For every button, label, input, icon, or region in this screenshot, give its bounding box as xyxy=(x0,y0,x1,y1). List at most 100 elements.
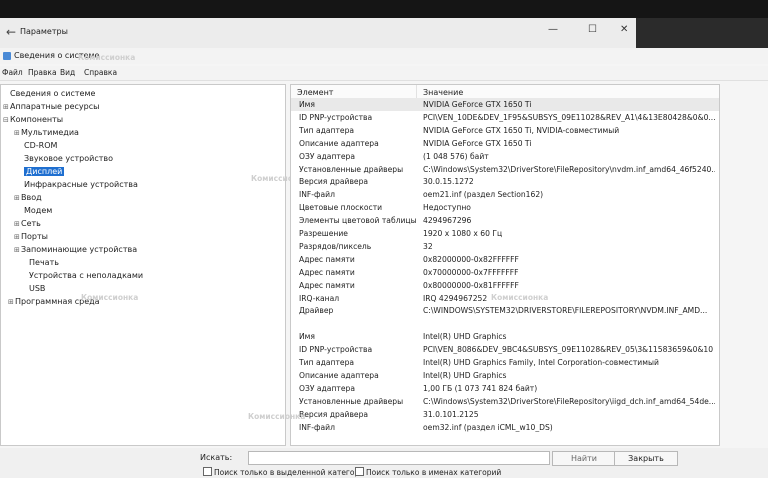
tree-expander-icon[interactable]: ⊞ xyxy=(14,232,21,243)
maximize-icon[interactable]: ☐ xyxy=(588,24,597,35)
tree-item-network[interactable]: ⊞Сеть xyxy=(14,218,41,230)
tree-item-label: Модем xyxy=(24,206,53,215)
tree-expander-icon[interactable]: ⊞ xyxy=(14,193,21,204)
tree-item-system-summary[interactable]: Сведения о системе xyxy=(3,88,95,99)
tree-item-components[interactable]: ⊟Компоненты xyxy=(3,114,63,126)
category-tree[interactable]: Сведения о системе ⊞Аппаратные ресурсы ⊟… xyxy=(0,84,308,446)
search-selected-category-checkbox[interactable]: Поиск только в выделенной категор xyxy=(203,467,359,477)
table-row[interactable]: INF-файл oem32.inf (раздел iCML_w10_DS) xyxy=(291,421,719,434)
menu-view[interactable]: Вид xyxy=(60,68,75,77)
tree-expander-icon[interactable]: ⊞ xyxy=(3,102,10,113)
tree-item-infrared[interactable]: Инфракрасные устройства xyxy=(17,179,138,190)
settings-window-titlebar: ← Параметры — ☐ ✕ xyxy=(0,18,636,49)
row-value: oem32.inf (раздел iCML_w10_DS) xyxy=(423,422,553,432)
table-row[interactable]: Тип адаптера Intel(R) UHD Graphics Family… xyxy=(291,356,719,369)
watermark: Комиссионка xyxy=(248,412,306,421)
table-row[interactable]: ID PNP-устройства PCI\VEN_8086&DEV_9BC4&S… xyxy=(291,343,719,356)
search-category-names-checkbox[interactable]: Поиск только в именах категорий xyxy=(355,467,501,477)
row-element: Адрес памяти xyxy=(299,254,355,264)
table-row[interactable]: Версия драйвера 30.0.15.1272 xyxy=(291,175,719,188)
table-row[interactable]: ID PNP-устройства PCI\VEN_10DE&DEV_1F95&S… xyxy=(291,111,719,124)
row-value: C:\Windows\System32\DriverStore\FileRepo… xyxy=(423,396,715,406)
row-element: Описание адаптера xyxy=(299,370,379,380)
row-value: PCI\VEN_8086&DEV_9BC4&SUBSYS_09E11028&RE… xyxy=(423,345,714,355)
column-divider[interactable] xyxy=(416,85,417,98)
tree-item-storage[interactable]: ⊞Запоминающие устройства xyxy=(14,244,137,256)
tree-expander-icon[interactable]: ⊞ xyxy=(8,297,15,308)
row-value: 32 xyxy=(423,241,433,251)
close-icon[interactable]: ✕ xyxy=(620,24,628,35)
tree-expander-icon[interactable]: ⊞ xyxy=(14,219,21,230)
table-row[interactable]: Драйвер C:\WINDOWS\SYSTEM32\DRIVERSTORE\F… xyxy=(291,304,719,317)
tree-item-label: Аппаратные ресурсы xyxy=(10,102,100,111)
close-button[interactable]: Закрыть xyxy=(614,451,678,466)
table-row[interactable]: Адрес памяти 0x82000000-0x82FFFFFF xyxy=(291,253,719,266)
table-row[interactable]: Установленные драйверы C:\Windows\System3… xyxy=(291,395,719,408)
tree-item-display[interactable]: Дисплей xyxy=(17,166,65,177)
tree-item-hardware-resources[interactable]: ⊞Аппаратные ресурсы xyxy=(3,101,99,113)
row-value: 31.0.101.2125 xyxy=(423,409,479,419)
tree-item-cdrom[interactable]: CD-ROM xyxy=(17,140,57,151)
tree-item-sound-device[interactable]: Звуковое устройство xyxy=(17,153,113,164)
row-element: ID PNP-устройства xyxy=(299,345,373,355)
menu-file[interactable]: Файл xyxy=(2,68,23,77)
table-row[interactable]: Цветовые плоскости Недоступно xyxy=(291,201,719,214)
table-row[interactable]: Тип адаптера NVIDIA GeForce GTX 1650 Ti, … xyxy=(291,124,719,137)
table-row[interactable]: ОЗУ адаптера (1 048 576) байт xyxy=(291,150,719,163)
row-value: C:\Windows\System32\DriverStore\FileRepo… xyxy=(423,164,715,174)
tree-item-usb[interactable]: USB xyxy=(22,283,45,294)
tree-item-printing[interactable]: Печать xyxy=(22,257,59,268)
row-element: Описание адаптера xyxy=(299,138,379,148)
table-row[interactable]: Элементы цветовой таблицы 4294967296 xyxy=(291,214,719,227)
checkbox-box[interactable] xyxy=(355,467,364,476)
row-value: PCI\VEN_10DE&DEV_1F95&SUBSYS_09E11028&RE… xyxy=(423,112,715,122)
tree-item-label-selected: Дисплей xyxy=(24,167,65,176)
row-element: ID PNP-устройства xyxy=(299,112,373,122)
minimize-icon[interactable]: — xyxy=(548,24,558,35)
table-row[interactable]: Разрядов/пиксель 32 xyxy=(291,240,719,253)
checkbox-box[interactable] xyxy=(203,467,212,476)
row-element: INF-файл xyxy=(299,422,335,432)
row-element: Элементы цветовой таблицы xyxy=(299,216,417,226)
tree-item-modem[interactable]: Модем xyxy=(17,205,52,216)
tree-item-ports[interactable]: ⊞Порты xyxy=(14,231,48,243)
row-element: Адрес памяти xyxy=(299,280,355,290)
tree-item-input[interactable]: ⊞Ввод xyxy=(14,192,42,204)
tree-item-problem-devices[interactable]: Устройства с неполадками xyxy=(22,270,143,281)
column-header-element[interactable]: Элемент xyxy=(297,88,333,97)
menu-help[interactable]: Справка xyxy=(84,68,117,77)
table-row[interactable]: Адрес памяти 0x70000000-0x7FFFFFFF xyxy=(291,266,719,279)
table-header: Элемент Значение xyxy=(291,85,719,99)
tree-item-multimedia[interactable]: ⊞Мультимедиа xyxy=(14,127,79,139)
tree-expander-icon[interactable]: ⊞ xyxy=(14,245,21,256)
row-value: NVIDIA GeForce GTX 1650 Ti, NVIDIA-совме… xyxy=(423,125,620,135)
row-element: Установленные драйверы xyxy=(299,164,404,174)
settings-window-title: Параметры xyxy=(20,27,68,36)
row-value: 0x82000000-0x82FFFFFF xyxy=(423,254,519,264)
table-row[interactable]: ОЗУ адаптера 1,00 ГБ (1 073 741 824 байт) xyxy=(291,382,719,395)
back-arrow-icon[interactable]: ← xyxy=(6,25,16,39)
tree-expander-icon[interactable]: ⊞ xyxy=(14,128,21,139)
find-button[interactable]: Найти xyxy=(552,451,616,466)
row-value: Intel(R) UHD Graphics xyxy=(423,332,507,342)
column-header-value[interactable]: Значение xyxy=(423,88,463,97)
tree-item-label: CD-ROM xyxy=(24,141,58,150)
checkbox-label: Поиск только в выделенной категор xyxy=(214,468,360,477)
table-row[interactable]: Установленные драйверы C:\Windows\System3… xyxy=(291,163,719,176)
table-row[interactable]: Версия драйвера 31.0.101.2125 xyxy=(291,408,719,421)
search-input[interactable] xyxy=(248,451,550,465)
table-row[interactable]: Адрес памяти 0x80000000-0x81FFFFFF xyxy=(291,279,719,292)
row-element: ОЗУ адаптера xyxy=(299,151,355,161)
table-row[interactable]: Описание адаптера Intel(R) UHD Graphics xyxy=(291,369,719,382)
table-row[interactable] xyxy=(291,317,719,330)
table-row[interactable]: INF-файл oem21.inf (раздел Section162) xyxy=(291,188,719,201)
table-row[interactable]: Имя NVIDIA GeForce GTX 1650 Ti xyxy=(291,98,719,111)
table-row[interactable]: Имя Intel(R) UHD Graphics xyxy=(291,330,719,343)
details-table[interactable]: Элемент Значение Имя NVIDIA GeForce GTX 1… xyxy=(290,84,720,446)
table-row[interactable]: Разрешение 1920 x 1080 x 60 Гц xyxy=(291,227,719,240)
row-element: Адрес памяти xyxy=(299,267,355,277)
menu-edit[interactable]: Правка xyxy=(28,68,57,77)
tree-expander-icon[interactable]: ⊟ xyxy=(3,115,10,126)
tree-item-label: Сеть xyxy=(21,219,41,228)
table-row[interactable]: Описание адаптера NVIDIA GeForce GTX 1650… xyxy=(291,137,719,150)
